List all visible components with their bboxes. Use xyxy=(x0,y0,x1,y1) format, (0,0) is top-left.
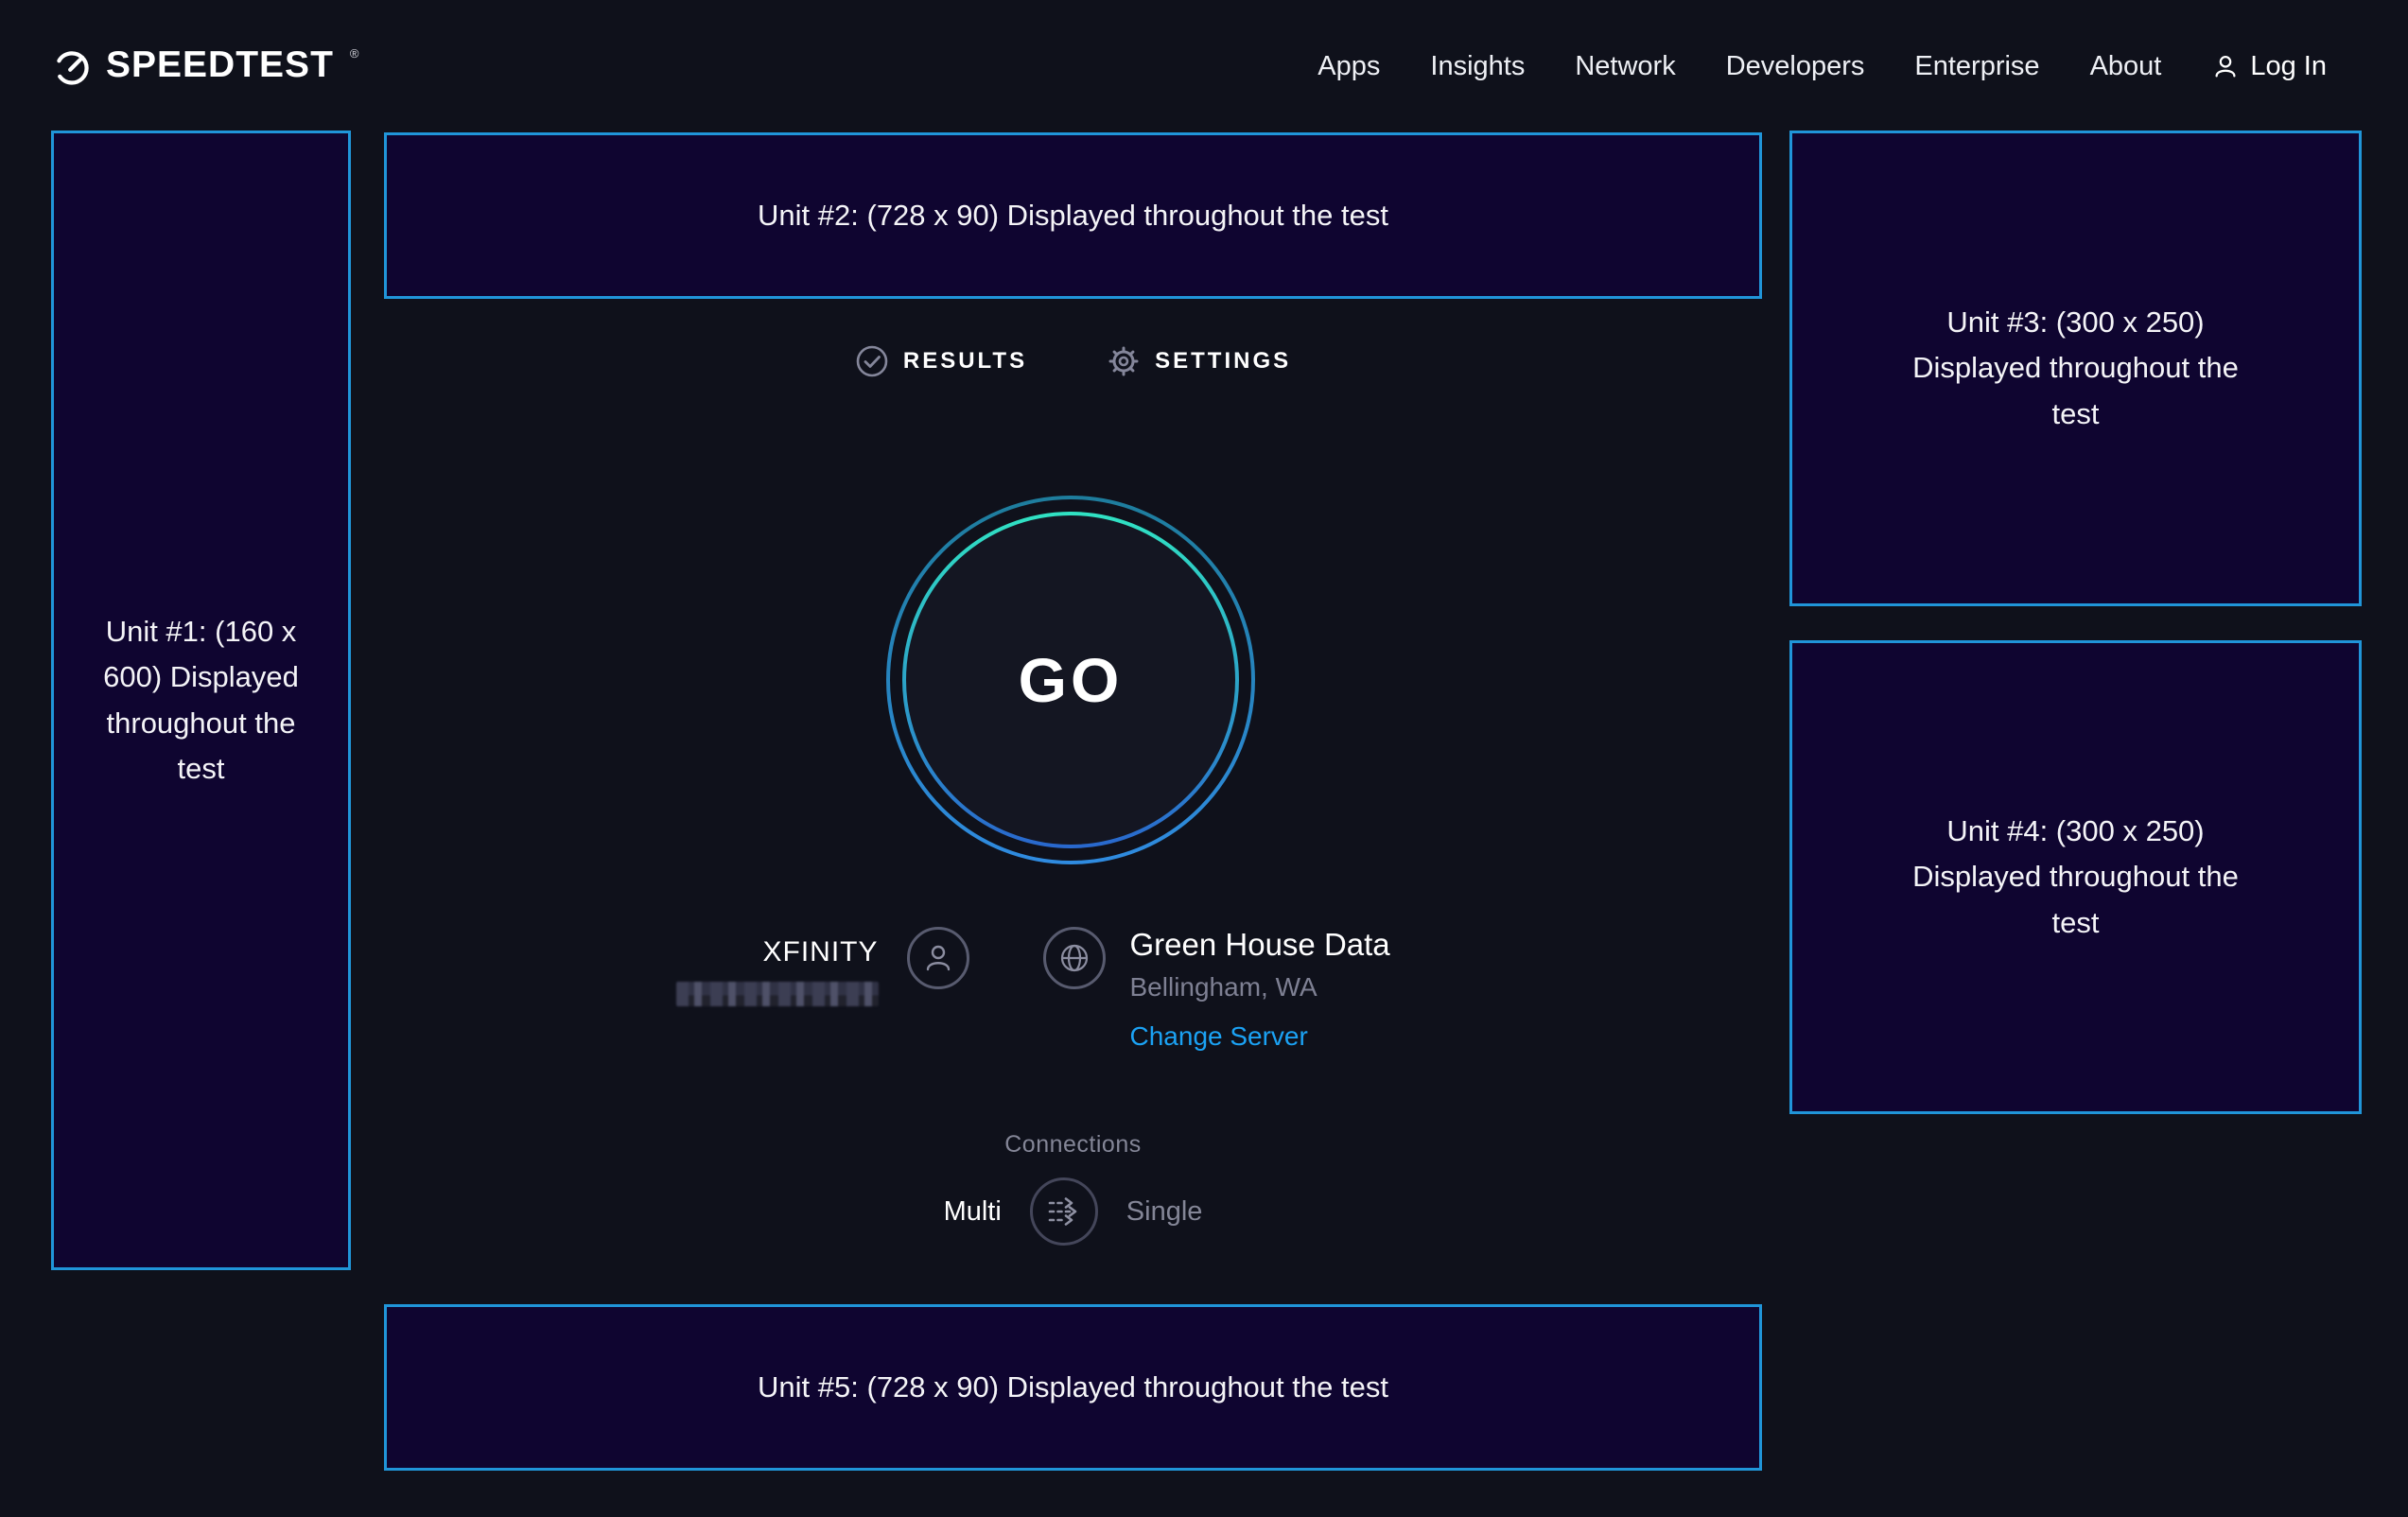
server-name: Green House Data xyxy=(1130,927,1471,963)
connections-section: Connections Multi Single xyxy=(384,1131,1762,1246)
nav-item-developers[interactable]: Developers xyxy=(1726,51,1865,82)
brand-wordmark: SPEEDTEST xyxy=(106,44,334,86)
trademark-symbol: ® xyxy=(350,44,359,63)
person-icon xyxy=(2211,52,2240,80)
nav-item-apps[interactable]: Apps xyxy=(1317,51,1380,82)
server-block: Green House Data Bellingham, WA Change S… xyxy=(1130,927,1471,1052)
tab-settings-label: SETTINGS xyxy=(1155,348,1291,375)
ad-unit-4[interactable]: Unit #4: (300 x 250) Displayed throughou… xyxy=(1789,640,2362,1114)
ad-unit-5-text: Unit #5: (728 x 90) Displayed throughout… xyxy=(758,1365,1388,1410)
speedtest-logo[interactable]: SPEEDTEST ® xyxy=(51,44,358,88)
ad-unit-1[interactable]: Unit #1: (160 x 600) Displayed throughou… xyxy=(51,131,351,1270)
top-nav-bar: SPEEDTEST ® Apps Insights Network Develo… xyxy=(0,0,2408,132)
speedometer-icon xyxy=(51,46,93,88)
ad-unit-5[interactable]: Unit #5: (728 x 90) Displayed throughout… xyxy=(384,1304,1762,1471)
isp-icon-wrap xyxy=(907,927,969,989)
connection-info-row: XFINITY Green House Data Bellingham, WA … xyxy=(384,927,1762,1052)
isp-block: XFINITY xyxy=(676,927,879,1052)
globe-circle-icon xyxy=(1056,939,1093,977)
tab-results[interactable]: RESULTS xyxy=(855,344,1027,378)
go-button[interactable]: GO xyxy=(885,495,1256,865)
nav-item-about[interactable]: About xyxy=(2090,51,2162,82)
gear-icon xyxy=(1107,344,1141,378)
host-spacer xyxy=(969,927,1043,1052)
login-label: Log In xyxy=(2250,51,2327,82)
nav-item-insights[interactable]: Insights xyxy=(1430,51,1525,82)
connections-multi-option[interactable]: Multi xyxy=(944,1196,1002,1228)
nav-item-enterprise[interactable]: Enterprise xyxy=(1914,51,2039,82)
check-circle-icon xyxy=(855,344,889,378)
ad-unit-1-text: Unit #1: (160 x 600) Displayed throughou… xyxy=(99,609,303,791)
main-nav: Apps Insights Network Developers Enterpr… xyxy=(1317,51,2327,82)
results-settings-tabs: RESULTS SETTINGS xyxy=(384,344,1762,378)
ip-address-redacted xyxy=(676,982,879,1006)
ad-unit-4-text: Unit #4: (300 x 250) Displayed throughou… xyxy=(1912,809,2239,945)
login-button[interactable]: Log In xyxy=(2211,51,2327,82)
speedtest-page: SPEEDTEST ® Apps Insights Network Develo… xyxy=(0,0,2408,1517)
change-server-link[interactable]: Change Server xyxy=(1130,1021,1308,1052)
ad-unit-3[interactable]: Unit #3: (300 x 250) Displayed throughou… xyxy=(1789,131,2362,606)
nav-item-network[interactable]: Network xyxy=(1575,51,1675,82)
connections-toggle[interactable] xyxy=(1030,1177,1098,1246)
go-button-label: GO xyxy=(885,495,1256,865)
connections-single-option[interactable]: Single xyxy=(1126,1196,1203,1228)
multi-arrows-icon xyxy=(1043,1191,1085,1232)
connections-label: Connections xyxy=(384,1131,1762,1159)
server-location: Bellingham, WA xyxy=(1130,972,1471,1003)
ad-unit-2[interactable]: Unit #2: (728 x 90) Displayed throughout… xyxy=(384,132,1762,299)
server-icon-wrap xyxy=(1043,927,1106,989)
isp-name[interactable]: XFINITY xyxy=(676,936,879,968)
connections-toggle-row: Multi Single xyxy=(384,1177,1762,1246)
ad-unit-2-text: Unit #2: (728 x 90) Displayed throughout… xyxy=(758,193,1388,238)
tab-results-label: RESULTS xyxy=(903,348,1027,375)
tab-settings[interactable]: SETTINGS xyxy=(1107,344,1291,378)
ad-unit-3-text: Unit #3: (300 x 250) Displayed throughou… xyxy=(1912,300,2239,436)
person-circle-icon xyxy=(919,939,957,977)
